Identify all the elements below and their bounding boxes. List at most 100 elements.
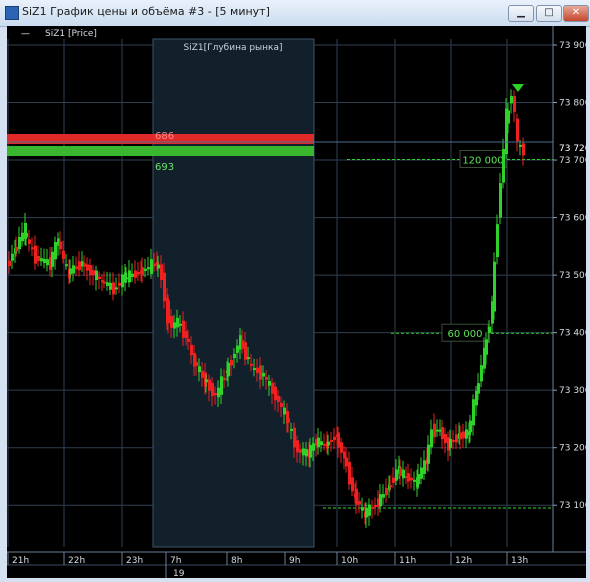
chart-area[interactable]: SiZ1[Глубина рынка] 686 693 120 000 60 000… [7, 26, 590, 579]
candle-body [28, 239, 31, 244]
candle-body [355, 488, 358, 505]
candle-body [320, 441, 323, 446]
app-icon [5, 6, 19, 20]
candle-body [250, 363, 253, 366]
candle-body [147, 267, 150, 270]
candle-body [485, 339, 488, 355]
candle-body [423, 460, 426, 474]
candle-body [227, 362, 230, 377]
candle-body [510, 95, 513, 104]
candle-body [115, 287, 118, 290]
time-tick-label: 9h [289, 556, 300, 566]
candle-body [488, 326, 491, 333]
volume-levels: 120 000 60 000 [323, 149, 553, 509]
candle-body [433, 423, 436, 438]
candle-body [121, 274, 124, 288]
ask-volume-label: 686 [155, 131, 174, 142]
candle-body [290, 428, 293, 431]
candle-body [150, 259, 153, 274]
candle-body [118, 282, 121, 286]
candle-body [220, 376, 223, 395]
candle-body [157, 264, 160, 269]
price-axis: 73 900 73 800 73 700 73 600 73 500 73 400 73 3… [552, 26, 590, 552]
candle-body [452, 439, 455, 442]
candle-body [280, 402, 283, 408]
candle-body [244, 342, 247, 360]
candle-body [179, 323, 182, 326]
time-tick-label: 23h [126, 556, 143, 566]
candle-body [83, 263, 86, 267]
candle-body [399, 467, 402, 477]
title-bar[interactable]: SiZ1 График цены и объёма #3 - [5 минут]… [0, 0, 590, 27]
candle-body [395, 469, 398, 481]
candle-body [271, 382, 274, 394]
candle-body [507, 110, 510, 124]
candle-body [170, 315, 173, 328]
candle-body [312, 443, 315, 451]
candle-body [236, 345, 239, 353]
price-tick-label: 73 300 [559, 386, 586, 396]
candle-body [78, 261, 81, 271]
candle-body [287, 418, 290, 423]
candle-body [65, 264, 68, 267]
maximize-button[interactable]: □ [536, 5, 562, 22]
candle-body [15, 246, 18, 252]
candle-body [317, 437, 320, 448]
candle-body [368, 504, 371, 516]
candle-body [8, 260, 11, 267]
candle-body [330, 439, 333, 442]
candle-body [176, 317, 179, 328]
candle-body [141, 267, 144, 276]
candle-body [469, 420, 472, 433]
price-tick-label: 73 900 [559, 41, 586, 51]
candle-body [167, 300, 170, 324]
candle-body [299, 449, 302, 453]
candle-body [134, 270, 137, 278]
candle-body [34, 245, 37, 264]
candle-body [365, 507, 368, 518]
candle-body [382, 494, 385, 498]
candle-body [137, 272, 140, 275]
candle-body [465, 429, 468, 439]
legend-dash: — [21, 29, 30, 39]
candle-body [51, 251, 54, 267]
candle-body [502, 149, 505, 183]
candle-body [54, 241, 57, 260]
candle-body [144, 268, 147, 271]
candle-body [256, 367, 259, 374]
time-tick-label: 21h [12, 556, 29, 566]
candle-body [217, 387, 220, 398]
candle-body [198, 366, 201, 373]
candle-body [89, 265, 92, 276]
candle-body [441, 427, 444, 440]
candle-body [413, 479, 416, 482]
candle-body [385, 487, 388, 496]
candle-body [327, 441, 330, 446]
candle-body [371, 506, 374, 509]
candle-body [459, 432, 462, 440]
minimize-button[interactable]: ▁ [508, 5, 534, 22]
candle-body [72, 265, 75, 274]
close-button[interactable]: ✕ [563, 5, 589, 22]
candle-body [173, 322, 176, 329]
candle-body [253, 368, 256, 371]
bid-depth-bar [7, 146, 314, 156]
candle-body [420, 467, 423, 479]
candle-body [75, 266, 78, 269]
candle-body [187, 338, 190, 342]
candle-body [402, 469, 405, 479]
time-tick-label: 10h [341, 556, 358, 566]
candle-body [296, 440, 299, 453]
candle-body [46, 259, 49, 266]
candle-body [309, 444, 312, 458]
candle-body [211, 382, 214, 397]
candle-body [333, 436, 336, 441]
candle-body [389, 485, 392, 488]
volume-level-label: 120 000 [462, 155, 503, 166]
time-tick-label: 13h [511, 556, 528, 566]
candle-body [109, 282, 112, 290]
time-axis: 21h 22h 23h 7h 8h 9h 10h 11h 12h 13h 19 [7, 551, 586, 579]
candle-body [241, 340, 244, 349]
price-chart[interactable]: SiZ1[Глубина рынка] 686 693 120 000 60 000… [7, 26, 590, 579]
candle-body [361, 507, 364, 511]
